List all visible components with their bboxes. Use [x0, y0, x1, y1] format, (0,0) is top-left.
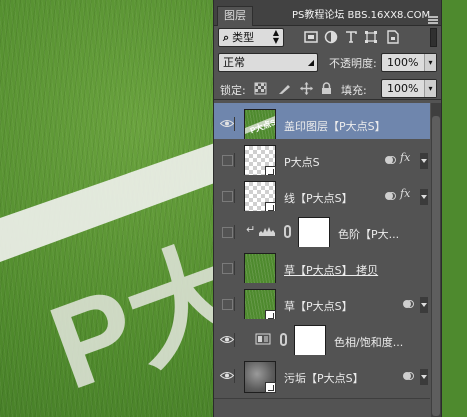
- smart-object-badge-icon: [265, 382, 276, 393]
- visibility-toggle[interactable]: [220, 261, 235, 275]
- layer-name[interactable]: 草【P大点S】 拷贝: [284, 262, 378, 278]
- hue-saturation-adjustment-icon: [255, 333, 271, 345]
- layers-panel: 图层 PS教程论坛 BBS.16XX8.COM ⌕ 类型 ▲ ▼ 正常 ◢ 不透…: [213, 0, 442, 417]
- visibility-toggle[interactable]: [220, 153, 235, 167]
- layer-mask-thumbnail[interactable]: [298, 217, 330, 249]
- panel-menu-icon[interactable]: [428, 16, 438, 24]
- type-filter-icon[interactable]: [344, 30, 358, 44]
- layer-thumbnail: [244, 145, 276, 177]
- layer-name[interactable]: P大点S: [284, 154, 320, 170]
- stamp-thumbnail-art: P大点S: [245, 116, 278, 136]
- thumbnail-text: P大点S: [249, 117, 275, 136]
- blend-mode-value: 正常: [223, 56, 245, 69]
- lock-position-icon[interactable]: [300, 82, 313, 95]
- chevron-down-icon[interactable]: ▾: [424, 54, 436, 71]
- scrollbar-thumb[interactable]: [432, 116, 440, 416]
- blend-row: 正常 ◢ 不透明度: 100% ▾: [214, 53, 441, 73]
- clipping-mask-icon: ↵: [246, 223, 256, 236]
- layer-mask-thumbnail[interactable]: [294, 325, 326, 357]
- lock-transparency-icon[interactable]: [254, 82, 267, 95]
- shape-filter-icon[interactable]: [364, 30, 378, 44]
- levels-adjustment-icon: [259, 227, 275, 236]
- filter-kind-select[interactable]: ⌕ 类型 ▲ ▼: [218, 28, 284, 47]
- select-arrows-icon: ▲ ▼: [272, 28, 279, 45]
- visibility-toggle[interactable]: [220, 297, 235, 311]
- expand-effects-icon[interactable]: [420, 297, 428, 313]
- layer-thumbnail: [244, 361, 276, 393]
- image-filter-icon[interactable]: [304, 30, 318, 44]
- lock-label: 锁定:: [220, 84, 246, 97]
- layer-name[interactable]: 污垢【P大点S】: [284, 370, 364, 386]
- layer-filter-row: ⌕ 类型 ▲ ▼: [214, 28, 441, 50]
- fill-label: 填充:: [341, 84, 367, 97]
- eye-icon: [220, 120, 234, 127]
- opacity-field[interactable]: 100% ▾: [381, 53, 437, 72]
- layer-row-grime[interactable]: 污垢【P大点S】: [214, 355, 430, 399]
- smart-object-filter-icon[interactable]: [386, 30, 400, 44]
- blend-if-icon: [403, 300, 414, 308]
- layer-name[interactable]: 草【P大点S】: [284, 298, 353, 314]
- tab-layers[interactable]: 图层: [217, 6, 253, 26]
- blend-mode-select[interactable]: 正常 ◢: [218, 53, 318, 72]
- blend-if-icon: [385, 156, 396, 164]
- layer-thumbnail: [244, 181, 276, 213]
- canvas-right-edge: [442, 0, 467, 417]
- layer-thumbnail: P大点S: [244, 109, 278, 141]
- chevron-down-icon: ◢: [307, 58, 314, 67]
- eye-icon: [220, 336, 234, 343]
- lock-row: 锁定: 填充: 100% ▾: [214, 78, 441, 100]
- layer-thumbnail: [244, 289, 276, 321]
- blend-if-icon: [385, 192, 396, 200]
- chevron-down-icon[interactable]: ▾: [424, 80, 436, 97]
- layer-name[interactable]: 线【P大点S】: [284, 190, 353, 206]
- layer-effects-icon[interactable]: fx: [400, 151, 410, 164]
- adjustment-filter-icon[interactable]: [324, 30, 338, 44]
- visibility-toggle[interactable]: [220, 369, 235, 383]
- expand-effects-icon[interactable]: [420, 369, 428, 385]
- expand-effects-icon[interactable]: [420, 189, 428, 205]
- visibility-toggle[interactable]: [220, 225, 235, 239]
- visibility-toggle[interactable]: [220, 117, 235, 131]
- search-icon: ⌕: [223, 31, 230, 44]
- filter-toggle[interactable]: [430, 28, 437, 47]
- fill-value: 100%: [387, 82, 419, 95]
- opacity-label: 不透明度:: [329, 57, 377, 70]
- visibility-toggle[interactable]: [220, 189, 235, 203]
- watermark-text: PS教程论坛 BBS.16XX8.COM: [292, 10, 431, 21]
- layer-thumbnail: [244, 253, 276, 285]
- visibility-toggle[interactable]: [220, 333, 235, 347]
- layer-name[interactable]: 盖印图层【P大点S】: [284, 118, 386, 134]
- layer-effects-icon[interactable]: fx: [400, 187, 410, 200]
- eye-icon: [220, 372, 234, 379]
- fill-field[interactable]: 100% ▾: [381, 79, 437, 98]
- link-chain-icon[interactable]: [284, 225, 291, 238]
- expand-effects-icon[interactable]: [420, 153, 428, 169]
- layer-name[interactable]: 色相/饱和度...: [334, 334, 403, 350]
- blend-if-icon: [403, 372, 414, 380]
- filter-kind-label: 类型: [232, 31, 255, 44]
- layer-name[interactable]: 色阶【P大...: [338, 226, 399, 242]
- panel-header: 图层 PS教程论坛 BBS.16XX8.COM: [214, 0, 441, 26]
- opacity-value: 100%: [387, 56, 419, 69]
- layer-list: P大点S 盖印图层【P大点S】 P大点S fx 线【P大点S】 fx ↵ 色阶【…: [214, 103, 441, 417]
- link-chain-icon[interactable]: [280, 333, 287, 346]
- lock-image-icon[interactable]: [278, 82, 291, 95]
- lock-all-icon[interactable]: [320, 82, 333, 95]
